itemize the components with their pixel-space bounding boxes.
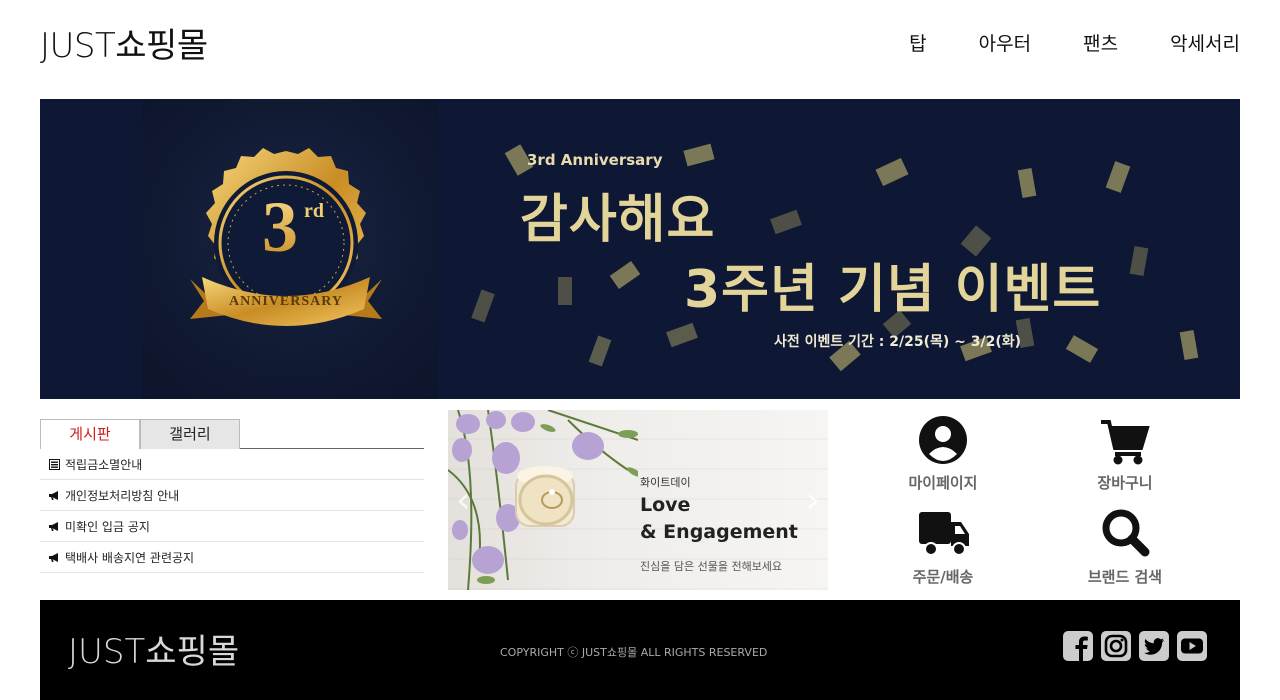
confetti — [1065, 335, 1099, 363]
instagram-icon[interactable] — [1100, 630, 1132, 662]
banner-event-period: 사전 이벤트 기간 : 2/25(목) ~ 3/2(화) — [774, 334, 1022, 350]
nav-item-accessories[interactable]: 악세서리 — [1170, 32, 1240, 56]
list-item[interactable]: 적립금소멸안내 — [40, 449, 424, 480]
banner-title-line2: 3주년 기념 이벤트 — [684, 260, 1102, 320]
anniversary-badge: 3 rd ANNIVERSARY — [190, 148, 382, 326]
megaphone-icon — [48, 551, 60, 563]
quick-label: 마이페이지 — [908, 474, 978, 492]
cart-button[interactable]: 장바구니 — [1035, 410, 1215, 500]
confetti — [770, 209, 802, 235]
chevron-right-icon[interactable]: › — [806, 480, 820, 521]
confetti — [1179, 329, 1199, 361]
board-tabs: 게시판 갤러리 — [40, 419, 424, 449]
main-banner[interactable]: 3 rd ANNIVERSARY 3rd Anniversary 감사해요 3주… — [40, 99, 1240, 399]
confetti — [875, 157, 909, 187]
confetti — [683, 143, 715, 167]
confetti — [471, 289, 495, 323]
promo-title-line1: Love — [640, 494, 691, 516]
chevron-left-icon[interactable]: ‹ — [456, 480, 470, 521]
confetti — [1017, 167, 1037, 199]
search-icon — [1102, 509, 1150, 557]
youtube-icon[interactable] — [1176, 630, 1208, 662]
confetti — [666, 322, 698, 348]
copyright-text: COPYRIGHT ⓒ JUST쇼핑몰 ALL RIGHTS RESERVED — [500, 646, 768, 659]
truck-icon — [919, 512, 969, 556]
list-icon — [48, 458, 60, 470]
post-title: 미확인 입금 공지 — [65, 519, 150, 534]
header: JUST쇼핑몰 탑 아우터 팬츠 악세서리 — [40, 0, 1240, 99]
main-nav: 탑 아우터 팬츠 악세서리 — [857, 32, 1240, 56]
list-item[interactable]: 개인정보처리방침 안내 — [40, 480, 424, 511]
confetti — [558, 277, 572, 305]
site-logo[interactable]: JUST쇼핑몰 — [40, 26, 208, 66]
confetti — [609, 260, 641, 290]
brand-search-button[interactable]: 브랜드 검색 — [1035, 504, 1215, 594]
post-title: 적립금소멸안내 — [65, 457, 143, 472]
badge-number: 3 — [262, 187, 298, 267]
cart-icon — [1101, 420, 1150, 465]
list-item[interactable]: 미확인 입금 공지 — [40, 511, 424, 542]
quick-label: 주문/배송 — [912, 568, 974, 586]
confetti — [588, 335, 612, 367]
megaphone-icon — [48, 489, 60, 501]
post-title: 택배사 배송지연 관련공지 — [65, 550, 195, 565]
banner-subtitle: 3rd Anniversary — [527, 151, 663, 169]
badge-suffix: rd — [304, 200, 324, 222]
notice-board: 게시판 갤러리 적립금소멸안내 개인정보처리방침 안내 미확인 입금 공지 택배… — [40, 419, 424, 573]
facebook-icon[interactable] — [1062, 630, 1094, 662]
list-item[interactable]: 택배사 배송지연 관련공지 — [40, 542, 424, 573]
footer: JUST쇼핑몰 COPYRIGHT ⓒ JUST쇼핑몰 ALL RIGHTS R… — [40, 600, 1240, 700]
promo-description: 진심을 담은 선물을 전해보세요 — [640, 560, 783, 573]
badge-ribbon-text: ANNIVERSARY — [229, 294, 343, 309]
quick-label: 브랜드 검색 — [1087, 568, 1163, 586]
tab-gallery[interactable]: 갤러리 — [140, 419, 240, 449]
promo-banner[interactable]: ‹ › 화이트데이 Love & Engagement 진심을 담은 선물을 전… — [448, 410, 828, 590]
user-icon — [919, 416, 967, 464]
promo-title-line2: & Engagement — [640, 521, 798, 543]
social-links — [1062, 630, 1208, 662]
confetti — [1105, 161, 1131, 193]
post-title: 개인정보처리방침 안내 — [65, 488, 180, 503]
order-delivery-button[interactable]: 주문/배송 — [853, 504, 1033, 594]
nav-item-top[interactable]: 탑 — [909, 32, 926, 56]
nav-item-pants[interactable]: 팬츠 — [1083, 32, 1118, 56]
confetti — [1129, 245, 1149, 277]
flowers-ring-image — [448, 410, 638, 590]
page: JUST쇼핑몰 탑 아우터 팬츠 악세서리 3 rd ANNIVERSARY 3… — [0, 0, 1280, 700]
nav-item-outer[interactable]: 아우터 — [979, 32, 1031, 56]
promo-eyebrow: 화이트데이 — [640, 476, 691, 489]
banner-title-line1: 감사해요 — [520, 190, 716, 250]
megaphone-icon — [48, 520, 60, 532]
quick-label: 장바구니 — [1097, 474, 1153, 492]
tab-board[interactable]: 게시판 — [40, 419, 140, 449]
post-list: 적립금소멸안내 개인정보처리방침 안내 미확인 입금 공지 택배사 배송지연 관… — [40, 449, 424, 573]
footer-logo[interactable]: JUST쇼핑몰 — [68, 624, 239, 673]
twitter-icon[interactable] — [1138, 630, 1170, 662]
mypage-button[interactable]: 마이페이지 — [853, 410, 1033, 500]
